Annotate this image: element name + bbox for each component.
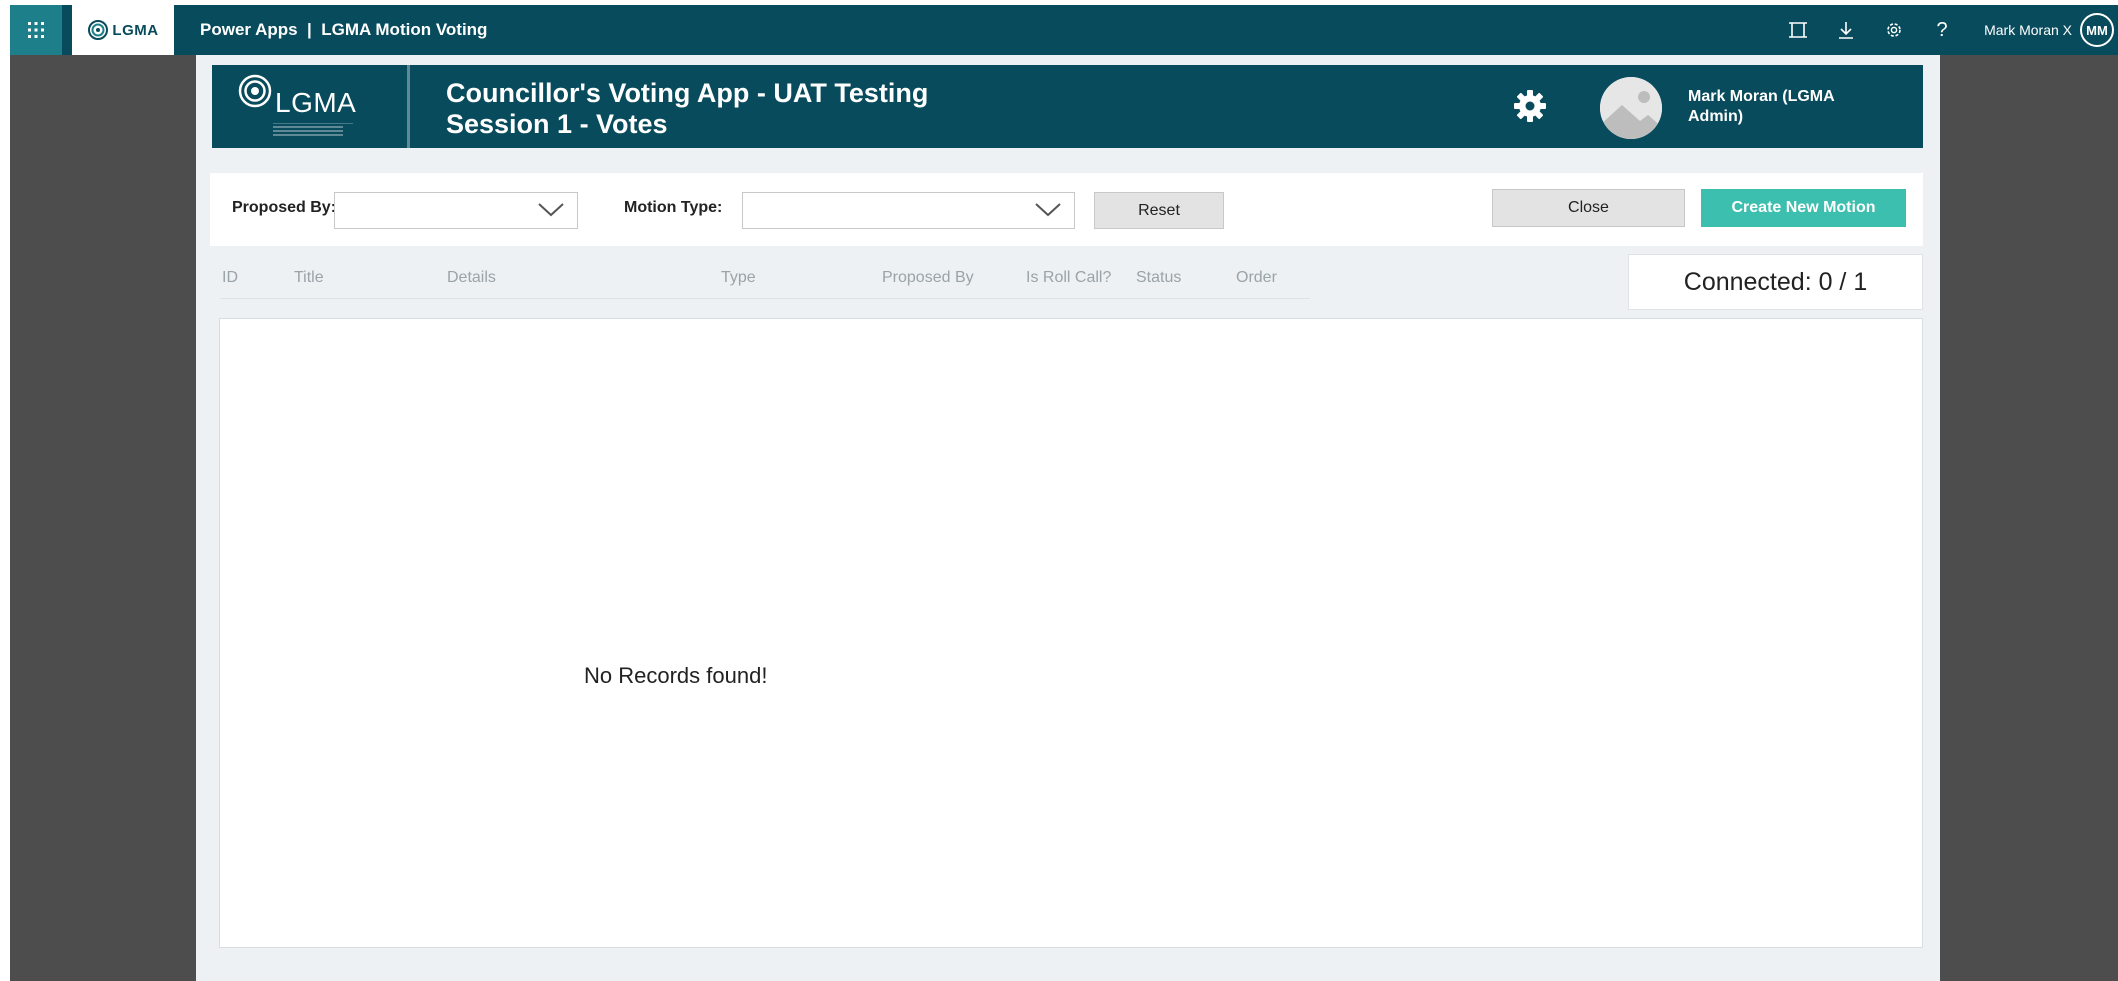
connected-count: Connected: 0 / 1 xyxy=(1628,254,1923,310)
header-settings-button[interactable] xyxy=(1512,88,1548,129)
table-header: ID Title Details Type Proposed By Is Rol… xyxy=(220,269,1310,299)
close-button[interactable]: Close xyxy=(1492,189,1685,227)
help-icon: ? xyxy=(1936,18,1948,41)
column-header-roll-call[interactable]: Is Roll Call? xyxy=(1026,269,1111,287)
page-title: Councillor's Voting App - UAT Testing Se… xyxy=(446,78,928,140)
proposed-by-dropdown[interactable] xyxy=(334,192,578,229)
header-logo-text: LGMA xyxy=(275,87,357,118)
column-header-title[interactable]: Title xyxy=(294,269,324,287)
column-header-id[interactable]: ID xyxy=(222,269,238,287)
user-avatar[interactable] xyxy=(1600,77,1662,139)
left-gutter xyxy=(10,55,196,981)
chevron-down-icon xyxy=(1035,203,1061,217)
suite-actions: ? Mark Moran X MM xyxy=(1774,5,2118,55)
focus-mode-icon xyxy=(1789,22,1808,38)
gear-icon xyxy=(1514,90,1546,122)
app-launcher-button[interactable] xyxy=(10,5,62,55)
records-gallery[interactable]: No Records found! xyxy=(219,318,1923,948)
filter-bar: Proposed By: Motion Type: Reset Close Cr… xyxy=(210,173,1923,246)
suite-avatar[interactable]: MM xyxy=(2080,13,2114,47)
reset-button[interactable]: Reset xyxy=(1094,192,1224,229)
column-header-order[interactable]: Order xyxy=(1236,269,1277,287)
column-header-details[interactable]: Details xyxy=(447,269,496,287)
suite-logo[interactable]: LGMA xyxy=(72,5,174,55)
download-button[interactable] xyxy=(1822,5,1870,55)
empty-state-message: No Records found! xyxy=(584,663,768,688)
header-logo-tagline xyxy=(273,123,353,139)
header-divider xyxy=(407,65,410,148)
chevron-down-icon xyxy=(538,203,564,217)
focus-mode-button[interactable] xyxy=(1774,5,1822,55)
header-user-name: Mark Moran (LGMA Admin) xyxy=(1688,88,1835,125)
help-button[interactable]: ? xyxy=(1918,5,1966,55)
column-header-proposed-by[interactable]: Proposed By xyxy=(882,269,974,287)
app-header: LGMA Councillor's Voting App - UAT Testi… xyxy=(212,65,1923,148)
download-icon xyxy=(1839,22,1854,39)
proposed-by-label: Proposed By: xyxy=(232,199,337,216)
settings-icon xyxy=(1887,23,1901,37)
lgma-swirl-icon xyxy=(88,20,109,40)
lgma-swirl-icon xyxy=(238,74,272,108)
suite-user-name[interactable]: Mark Moran X xyxy=(1984,22,2072,38)
column-header-status[interactable]: Status xyxy=(1136,269,1181,287)
suite-logo-text: LGMA xyxy=(112,21,159,39)
create-new-motion-button[interactable]: Create New Motion xyxy=(1701,189,1906,227)
settings-button[interactable] xyxy=(1870,5,1918,55)
column-header-type[interactable]: Type xyxy=(721,269,756,287)
header-logo: LGMA xyxy=(237,73,377,141)
suite-bar: LGMA Power Apps | LGMA Motion Voting ? M… xyxy=(10,5,2118,55)
motion-type-dropdown[interactable] xyxy=(742,192,1075,229)
app-canvas: LGMA Councillor's Voting App - UAT Testi… xyxy=(196,55,1940,981)
right-gutter xyxy=(1940,55,2118,981)
suite-app-title: Power Apps | LGMA Motion Voting xyxy=(200,20,488,39)
page-title-line-2: Session 1 - Votes xyxy=(446,109,668,139)
page-title-line-1: Councillor's Voting App - UAT Testing xyxy=(446,78,929,108)
image-placeholder-icon xyxy=(1600,77,1662,139)
motion-type-label: Motion Type: xyxy=(624,199,723,216)
waffle-icon xyxy=(28,22,44,38)
